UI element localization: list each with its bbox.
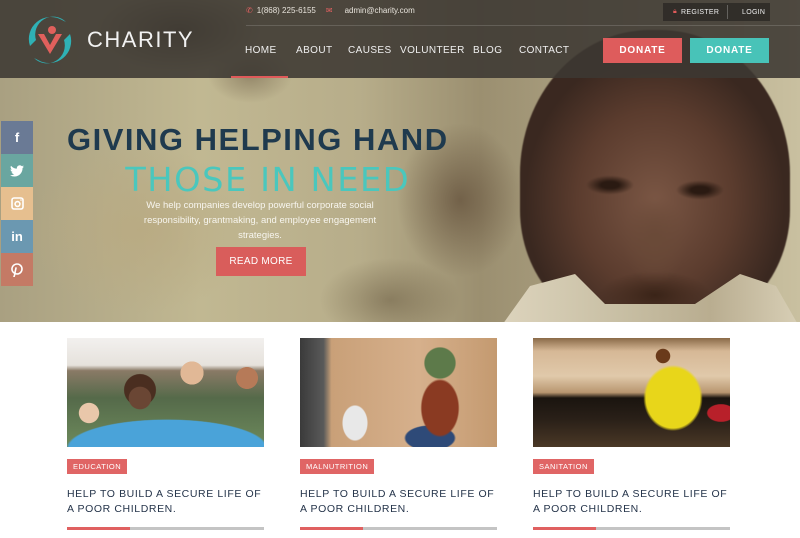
cause-progress-fill: [533, 527, 597, 530]
register-label: REGISTER: [681, 8, 720, 16]
login-link[interactable]: LOGIN: [728, 9, 765, 16]
hero-title: GIVING HELPING HAND: [67, 122, 449, 157]
instagram-icon[interactable]: [1, 187, 33, 220]
cause-title[interactable]: HELP TO BUILD A SECURE LIFE OF A POOR CH…: [533, 487, 730, 517]
cause-title[interactable]: HELP TO BUILD A SECURE LIFE OF A POOR CH…: [67, 487, 264, 517]
nav-volunteer[interactable]: VOLUNTEER: [400, 45, 473, 56]
cause-tag[interactable]: EDUCATION: [67, 459, 128, 474]
cause-card[interactable]: EDUCATION HELP TO BUILD A SECURE LIFE OF…: [67, 338, 264, 530]
email-address[interactable]: admin@charity.com: [345, 6, 415, 15]
cause-progress-fill: [300, 527, 364, 530]
auth-links: 🔒︎ REGISTER LOGIN: [663, 3, 770, 21]
cause-title[interactable]: HELP TO BUILD A SECURE LIFE OF A POOR CH…: [300, 487, 497, 517]
nav-active-indicator: [231, 76, 288, 78]
register-link[interactable]: 🔒︎ REGISTER: [663, 8, 727, 16]
hero-subtitle: THOSE IN NEED: [125, 160, 411, 199]
nav-blog[interactable]: BLOG: [473, 45, 519, 56]
woman-receiving-aid-photo[interactable]: [300, 338, 497, 447]
social-sidebar: f in: [1, 121, 33, 286]
nav-causes[interactable]: CAUSES: [348, 45, 400, 56]
lock-icon: 🔒︎: [673, 8, 678, 15]
facebook-icon[interactable]: f: [1, 121, 33, 154]
phone-number[interactable]: 1(868) 225-6155: [257, 6, 316, 15]
cause-tag[interactable]: MALNUTRITION: [300, 459, 375, 474]
phone-icon: ✆: [246, 6, 253, 15]
cause-progress-fill: [67, 527, 131, 530]
site-header: CHARITY ✆ 1(868) 225-6155 ✉ admin@charit…: [0, 0, 800, 78]
cause-tag[interactable]: SANITATION: [533, 459, 594, 474]
linkedin-icon[interactable]: in: [1, 220, 33, 253]
pinterest-icon[interactable]: [1, 253, 33, 286]
nav-contact[interactable]: CONTACT: [519, 45, 579, 56]
donate-button-primary[interactable]: DONATE: [603, 38, 682, 63]
helping-hands-logo-icon[interactable]: [22, 12, 78, 68]
monk-on-steps-photo[interactable]: [533, 338, 730, 447]
envelope-icon: ✉: [325, 6, 333, 15]
cause-card[interactable]: MALNUTRITION HELP TO BUILD A SECURE LIFE…: [300, 338, 497, 530]
cause-card[interactable]: SANITATION HELP TO BUILD A SECURE LIFE O…: [533, 338, 730, 530]
contact-bar: ✆ 1(868) 225-6155 ✉ admin@charity.com: [246, 6, 415, 15]
main-nav: HOME ABOUT CAUSES VOLUNTEER BLOG CONTACT: [245, 45, 579, 56]
cause-progress-bar: [67, 527, 264, 530]
brand-name[interactable]: CHARITY: [87, 27, 194, 53]
cause-progress-bar: [533, 527, 730, 530]
cause-progress-bar: [300, 527, 497, 530]
hero-description: We help companies develop powerful corpo…: [143, 200, 377, 241]
read-more-button[interactable]: READ MORE: [216, 247, 306, 276]
volunteers-group-photo[interactable]: [67, 338, 264, 447]
header-divider: [246, 25, 800, 26]
twitter-icon[interactable]: [1, 154, 33, 187]
nav-about[interactable]: ABOUT: [296, 45, 348, 56]
donate-button-secondary[interactable]: DONATE: [690, 38, 769, 63]
nav-home[interactable]: HOME: [245, 45, 296, 56]
